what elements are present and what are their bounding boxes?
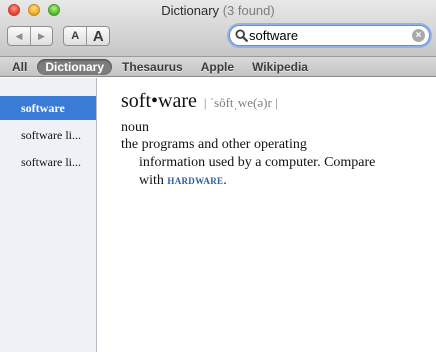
tab-all[interactable]: All [4, 59, 35, 75]
pronunciation: | ˈsôftˌwe(ə)r | [203, 95, 278, 110]
magnifier-icon [235, 29, 248, 42]
window-title: Dictionary (3 found) [0, 3, 436, 18]
dictionary-window: Dictionary (3 found) ◀ ▶ A A × All Dicti [0, 0, 436, 352]
found-count: (3 found) [222, 3, 275, 18]
cross-reference-link[interactable]: hardware [167, 172, 223, 187]
decrease-font-button[interactable]: A [64, 27, 86, 45]
definition-line-1: the programs and other operating [121, 137, 307, 152]
entry-headline: soft•ware | ˈsôftˌwe(ə)r | [121, 90, 278, 113]
triangle-left-icon: ◀ [15, 30, 23, 41]
toolbar: Dictionary (3 found) ◀ ▶ A A × [0, 0, 436, 57]
definition-continuation: information used by a computer. Compare … [139, 154, 429, 189]
triangle-right-icon: ▶ [38, 30, 45, 41]
result-item-2[interactable]: software li... [0, 123, 96, 147]
tab-apple[interactable]: Apple [193, 59, 242, 75]
search-input[interactable] [249, 27, 409, 44]
tab-wikipedia[interactable]: Wikipedia [244, 59, 316, 75]
result-item-software[interactable]: software [0, 96, 96, 120]
increase-font-button[interactable]: A [86, 27, 109, 45]
part-of-speech: noun [121, 120, 149, 135]
tab-thesaurus[interactable]: Thesaurus [114, 59, 191, 75]
font-size-control: A A [63, 26, 110, 46]
definition-line-3-prefix: with [139, 173, 164, 188]
definition-line-2: information used by a computer. Compare [139, 155, 376, 170]
result-item-3[interactable]: software li... [0, 150, 96, 174]
back-forward-control: ◀ ▶ [7, 26, 53, 46]
definition-end-punctuation: . [223, 173, 227, 188]
scope-tab-bar: All Dictionary Thesaurus Apple Wikipedia [0, 57, 436, 77]
headword: soft•ware [121, 90, 197, 112]
search-field: × [229, 25, 430, 46]
back-button[interactable]: ◀ [8, 27, 30, 45]
results-sidebar: software software li... software li... [0, 78, 97, 352]
definition-pane: soft•ware | ˈsôftˌwe(ə)r | noun the prog… [98, 78, 436, 352]
clear-search-icon[interactable]: × [412, 29, 425, 42]
tab-dictionary[interactable]: Dictionary [37, 58, 113, 75]
forward-button[interactable]: ▶ [30, 27, 52, 45]
window-title-text: Dictionary [161, 3, 220, 18]
